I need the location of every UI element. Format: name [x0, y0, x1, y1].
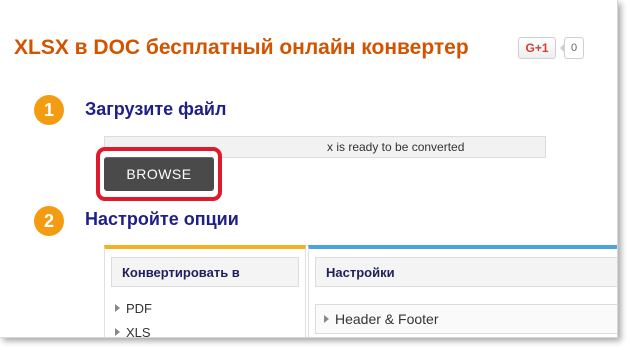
step-2-badge: 2: [34, 206, 64, 236]
settings-item-label: Header & Footer: [335, 311, 439, 327]
step-1-title: Загрузите файл: [85, 99, 227, 119]
google-plus-button[interactable]: G+1: [518, 37, 556, 59]
caret-right-icon: [115, 328, 120, 336]
caret-right-icon: [324, 315, 329, 323]
step-2-title: Настройте опции: [85, 209, 239, 229]
google-plus-count: 0: [560, 37, 584, 59]
caret-right-icon: [115, 304, 120, 312]
upload-status-text: x is ready to be converted: [327, 140, 465, 154]
settings-item-header-footer[interactable]: Header & Footer: [315, 304, 617, 334]
settings-panel: Настройки Header & Footer: [308, 245, 617, 337]
browse-button[interactable]: BROWSE: [104, 157, 214, 191]
page-frame: XLSX в DOC бесплатный онлайн конвертер G…: [0, 0, 618, 338]
page-title: XLSX в DOC бесплатный онлайн конвертер: [14, 36, 469, 59]
settings-heading: Настройки: [315, 257, 617, 287]
step-1-badge: 1: [34, 95, 64, 125]
format-item-xls[interactable]: XLS: [115, 325, 151, 338]
convert-to-panel: Конвертировать в PDF XLS: [104, 245, 306, 338]
format-item-pdf[interactable]: PDF: [115, 301, 152, 316]
format-label: PDF: [126, 301, 152, 316]
format-label: XLS: [126, 325, 151, 338]
convert-to-heading: Конвертировать в: [111, 257, 299, 287]
